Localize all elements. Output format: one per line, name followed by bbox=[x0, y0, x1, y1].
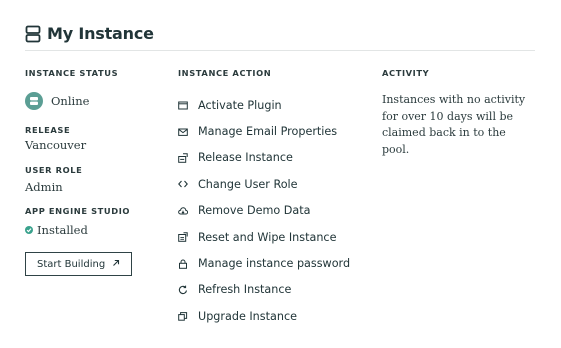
instance-action-column: INSTANCE ACTION Activate Plugin Manage E… bbox=[178, 68, 378, 330]
installed-row: Installed bbox=[25, 223, 165, 237]
status-value: Online bbox=[51, 94, 90, 108]
code-brackets-icon bbox=[178, 179, 188, 189]
action-upgrade-instance[interactable]: Upgrade Instance bbox=[178, 303, 378, 329]
start-building-button[interactable]: Start Building bbox=[25, 252, 133, 276]
check-icon bbox=[25, 226, 33, 234]
action-label: Upgrade Instance bbox=[198, 309, 297, 323]
action-label: Release Instance bbox=[198, 151, 293, 165]
action-release-instance[interactable]: Release Instance bbox=[178, 145, 378, 171]
release-icon bbox=[178, 153, 188, 163]
action-change-user-role[interactable]: Change User Role bbox=[178, 171, 378, 197]
instance-status-column: INSTANCE STATUS Online RELEASE Vancouver… bbox=[25, 68, 165, 276]
studio-status-value: Installed bbox=[37, 223, 88, 237]
upgrade-icon bbox=[178, 311, 188, 322]
refresh-icon bbox=[178, 285, 188, 295]
action-label: Manage instance password bbox=[198, 257, 351, 271]
action-activate-plugin[interactable]: Activate Plugin bbox=[178, 92, 378, 118]
cloud-remove-icon bbox=[178, 206, 188, 216]
server-icon bbox=[25, 25, 41, 43]
action-label: Change User Role bbox=[198, 177, 298, 191]
release-label: RELEASE bbox=[25, 125, 71, 135]
action-refresh-instance[interactable]: Refresh Instance bbox=[178, 277, 378, 303]
external-arrow-icon bbox=[112, 259, 120, 270]
user-role-value: Admin bbox=[25, 180, 63, 194]
release-value: Vancouver bbox=[25, 138, 87, 152]
user-role-label: USER ROLE bbox=[25, 165, 83, 175]
activity-column: ACTIVITY Instances with no activity for … bbox=[382, 68, 532, 158]
action-label: Manage Email Properties bbox=[198, 125, 338, 139]
header-divider bbox=[25, 50, 535, 51]
app-engine-studio-label: APP ENGINE STUDIO bbox=[25, 206, 131, 216]
plugin-box-icon bbox=[178, 100, 188, 110]
instance-action-label: INSTANCE ACTION bbox=[178, 68, 272, 78]
page-title: My Instance bbox=[47, 24, 154, 43]
envelope-icon bbox=[178, 127, 188, 137]
action-label: Activate Plugin bbox=[198, 98, 282, 112]
action-label: Refresh Instance bbox=[198, 283, 292, 297]
action-reset-wipe[interactable]: Reset and Wipe Instance bbox=[178, 224, 378, 250]
activity-description: Instances with no activity for over 10 d… bbox=[382, 93, 526, 156]
status-row: Online bbox=[25, 92, 165, 110]
action-remove-demo-data[interactable]: Remove Demo Data bbox=[178, 198, 378, 224]
start-building-label: Start Building bbox=[37, 258, 106, 270]
instance-status-label: INSTANCE STATUS bbox=[25, 68, 119, 78]
reset-wipe-icon bbox=[178, 232, 188, 242]
instance-panel: My Instance INSTANCE STATUS Online RELEA… bbox=[0, 0, 561, 348]
online-server-icon bbox=[25, 92, 43, 110]
lock-icon bbox=[178, 259, 188, 269]
activity-label: ACTIVITY bbox=[382, 68, 430, 78]
panel-header: My Instance bbox=[25, 24, 154, 43]
action-manage-email[interactable]: Manage Email Properties bbox=[178, 118, 378, 144]
action-label: Reset and Wipe Instance bbox=[198, 230, 337, 244]
action-list: Activate Plugin Manage Email Properties … bbox=[178, 92, 378, 330]
action-label: Remove Demo Data bbox=[198, 204, 311, 218]
action-manage-password[interactable]: Manage instance password bbox=[178, 250, 378, 276]
